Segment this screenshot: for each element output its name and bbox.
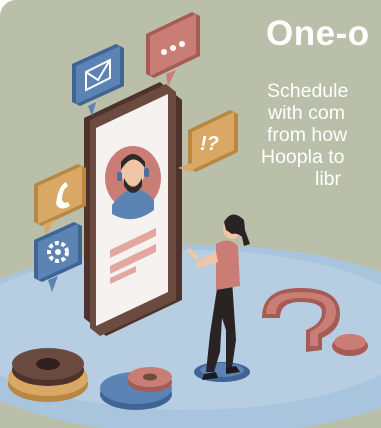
body-line: from how [267, 124, 348, 146]
card-title: One-o [266, 14, 370, 53]
svg-text:!?: !? [200, 133, 219, 155]
illustration: !? [0, 12, 381, 428]
promo-card: !? One-o Schedule with com from how Hoop… [0, 0, 381, 428]
contact-avatar [105, 146, 161, 220]
smartphone [84, 82, 182, 336]
body-line: Hoopla to [261, 146, 345, 168]
cog-icon [8, 348, 88, 402]
body-line: libr [315, 168, 342, 190]
chat-dots-icon [146, 12, 200, 86]
question-exclaim-icon: !? [178, 110, 238, 172]
body-line: Schedule [267, 80, 349, 102]
body-line: with com [268, 102, 345, 124]
